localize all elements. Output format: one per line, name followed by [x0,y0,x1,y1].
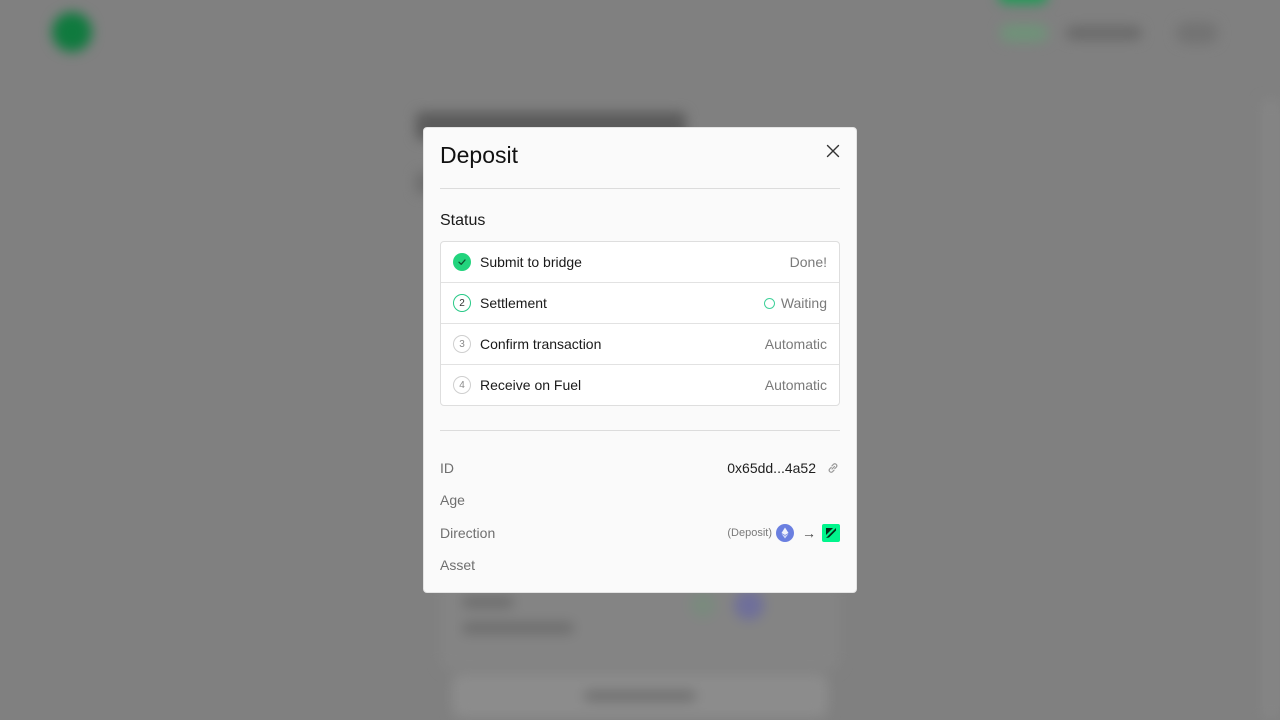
detail-row-asset: Asset [440,555,840,575]
detail-row-direction: Direction (Deposit) → [440,523,840,543]
step-label: Settlement [480,295,547,311]
step-submit-to-bridge: Submit to bridge Done! [441,242,839,283]
step-confirm-transaction: 3 Confirm transaction Automatic [441,324,839,365]
bg-status-pill [998,0,1048,4]
id-label: ID [440,460,454,476]
bg-scrollbar [1262,100,1280,720]
id-value-group: 0x65dd...4a52 [727,460,840,476]
deposit-modal: Deposit Status Submit to bridge Done! 2 … [423,127,857,593]
step-status: Automatic [764,336,827,352]
direction-tag: (Deposit) [727,527,772,539]
app-logo [52,12,92,52]
bg-text-line [462,596,514,608]
bg-token-icon [690,592,716,618]
status-steps-list: Submit to bridge Done! 2 Settlement Wait… [440,241,840,406]
detail-row-age: Age [440,490,840,510]
step-settlement: 2 Settlement Waiting [441,283,839,324]
asset-label: Asset [440,557,476,573]
bg-token-icon [734,590,764,620]
bg-nav-item [1176,22,1218,44]
detail-row-id: ID 0x65dd...4a52 [440,458,840,478]
close-icon [826,144,840,158]
step-status-text: Waiting [780,295,827,311]
step-label: Confirm transaction [480,336,602,352]
step-label: Receive on Fuel [480,377,582,393]
age-label: Age [440,492,465,508]
modal-title: Deposit [440,142,518,168]
step-status: Done! [789,254,827,270]
bg-nav-item [1000,24,1048,42]
close-button[interactable] [824,142,842,160]
check-icon [453,253,471,271]
step-label: Submit to bridge [480,254,582,270]
bg-button-label [584,690,696,702]
spinner-icon [763,297,775,309]
bg-text-line [462,622,574,634]
bg-nav-item [1066,26,1142,40]
status-heading: Status [440,212,486,229]
step-number: 2 [453,294,471,312]
direction-label: Direction [440,525,496,541]
fuel-icon [822,524,840,542]
transaction-id: 0x65dd...4a52 [727,460,816,476]
divider [440,188,840,189]
step-number: 4 [453,376,471,394]
ethereum-icon [776,524,794,542]
step-status: Waiting [763,295,827,311]
direction-value-group: (Deposit) → [727,524,840,542]
divider [440,430,840,431]
step-receive-on-fuel: 4 Receive on Fuel Automatic [441,365,839,405]
arrow-right-icon: → [802,525,816,541]
link-icon[interactable] [826,461,840,475]
step-status: Automatic [764,377,827,393]
step-number: 3 [453,335,471,353]
